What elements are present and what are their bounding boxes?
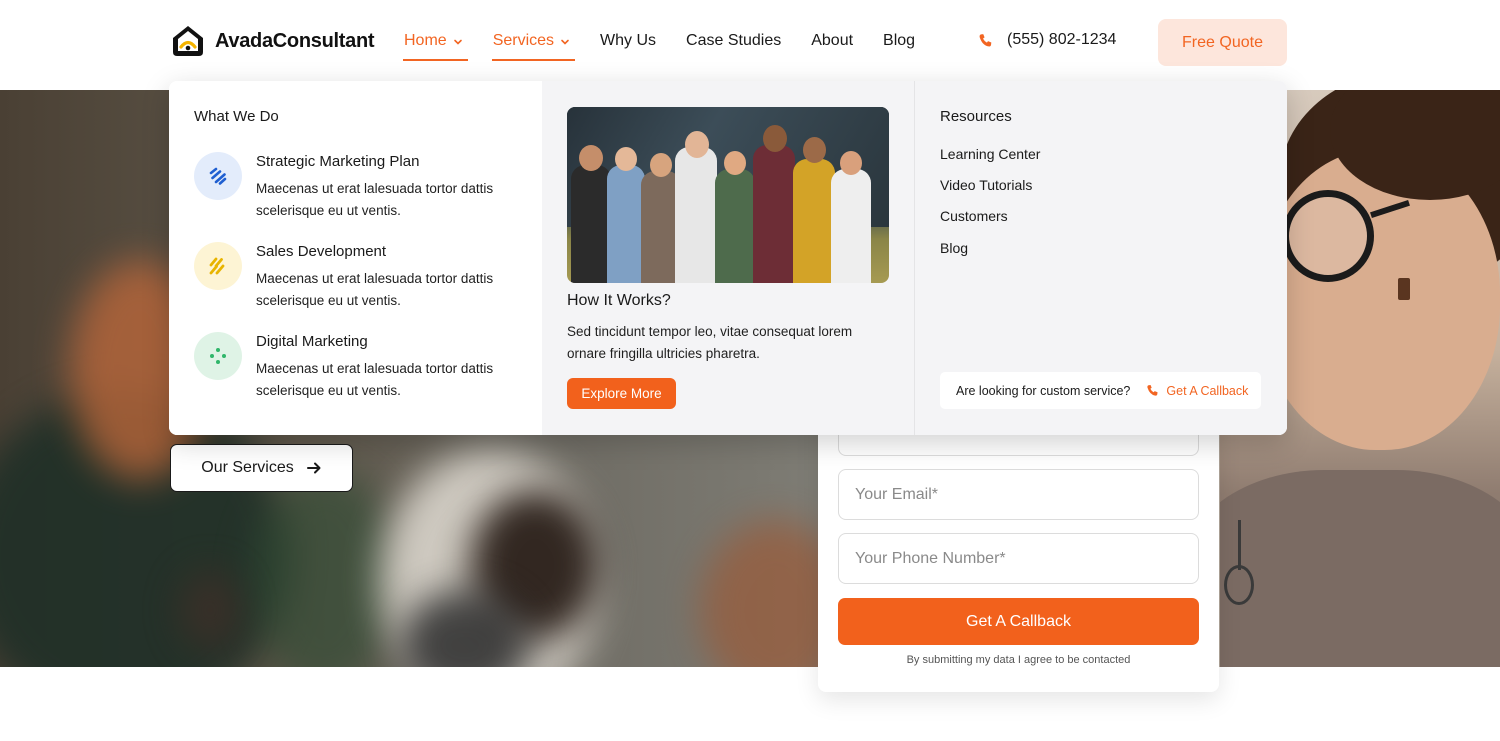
get-callback-link[interactable]: Get A Callback: [1146, 384, 1248, 398]
service-description: Maecenas ut erat lalesuada tortor dattis…: [256, 361, 494, 398]
services-mega-menu: What We Do Strategic Marketing Plan Maec…: [169, 81, 1287, 435]
site-header: AvadaConsultant Home Services Why Us Cas…: [0, 0, 1500, 90]
nav-blog[interactable]: Blog: [883, 0, 915, 61]
custom-service-bar: Are looking for custom service? Get A Ca…: [940, 372, 1261, 409]
our-services-button[interactable]: Our Services: [170, 444, 353, 492]
resource-link-learning-center[interactable]: Learning Center: [940, 146, 1040, 162]
free-quote-button[interactable]: Free Quote: [1158, 19, 1287, 66]
resource-link-customers[interactable]: Customers: [940, 208, 1008, 224]
phone-icon: [1147, 384, 1158, 396]
promo-column: How It Works? Sed tincidunt tempor leo, …: [542, 81, 915, 435]
our-services-label: Our Services: [201, 459, 294, 476]
promo-title: How It Works?: [567, 292, 671, 309]
service-item-sales-development[interactable]: Sales Development Maecenas ut erat lales…: [194, 241, 534, 311]
promo-description: Sed tincidunt tempor leo, vitae consequa…: [567, 324, 853, 361]
resource-link-blog[interactable]: Blog: [940, 240, 968, 256]
service-item-strategic-marketing[interactable]: Strategic Marketing Plan Maecenas ut era…: [194, 151, 534, 221]
digital-icon: [194, 332, 242, 380]
phone-field[interactable]: Your Phone Number*: [838, 533, 1199, 584]
resources-column: Resources Learning Center Video Tutorial…: [915, 81, 1287, 435]
custom-service-prompt: Are looking for custom service?: [956, 383, 1131, 398]
strategy-icon: [194, 152, 242, 200]
main-nav: Home Services Why Us Case Studies About …: [403, 0, 945, 90]
what-we-do-title: What We Do: [194, 108, 279, 125]
brand-name: AvadaConsultant: [215, 29, 375, 52]
nav-case-studies[interactable]: Case Studies: [686, 0, 781, 61]
phone-number: (555) 802-1234: [1007, 31, 1117, 48]
get-callback-button[interactable]: Get A Callback: [838, 598, 1199, 645]
nav-services[interactable]: Services: [491, 0, 576, 61]
logo-icon: [173, 26, 203, 56]
service-item-digital-marketing[interactable]: Digital Marketing Maecenas ut erat lales…: [194, 331, 534, 401]
sales-icon: [194, 242, 242, 290]
logo[interactable]: AvadaConsultant: [171, 24, 375, 58]
resource-link-video-tutorials[interactable]: Video Tutorials: [940, 177, 1032, 193]
nav-why-us[interactable]: Why Us: [600, 0, 656, 61]
what-we-do-column: What We Do Strategic Marketing Plan Maec…: [169, 81, 542, 435]
nav-home[interactable]: Home: [403, 0, 468, 61]
service-description: Maecenas ut erat lalesuada tortor dattis…: [256, 181, 494, 218]
chevron-down-icon: [561, 39, 569, 45]
resources-title: Resources: [940, 108, 1012, 125]
phone-icon: [979, 33, 992, 46]
service-title: Sales Development: [256, 243, 387, 260]
nav-about[interactable]: About: [811, 0, 853, 61]
chevron-down-icon: [453, 39, 462, 45]
team-photo: [567, 107, 889, 283]
phone-link[interactable]: (555) 802-1234: [978, 31, 1116, 49]
explore-more-button[interactable]: Explore More: [567, 378, 676, 409]
service-description: Maecenas ut erat lalesuada tortor dattis…: [256, 271, 494, 308]
consent-text: By submitting my data I agree to be cont…: [906, 654, 1131, 666]
service-title: Digital Marketing: [256, 333, 368, 350]
arrow-right-icon: [306, 462, 321, 474]
service-title: Strategic Marketing Plan: [256, 153, 420, 170]
email-field[interactable]: Your Email*: [838, 469, 1199, 520]
